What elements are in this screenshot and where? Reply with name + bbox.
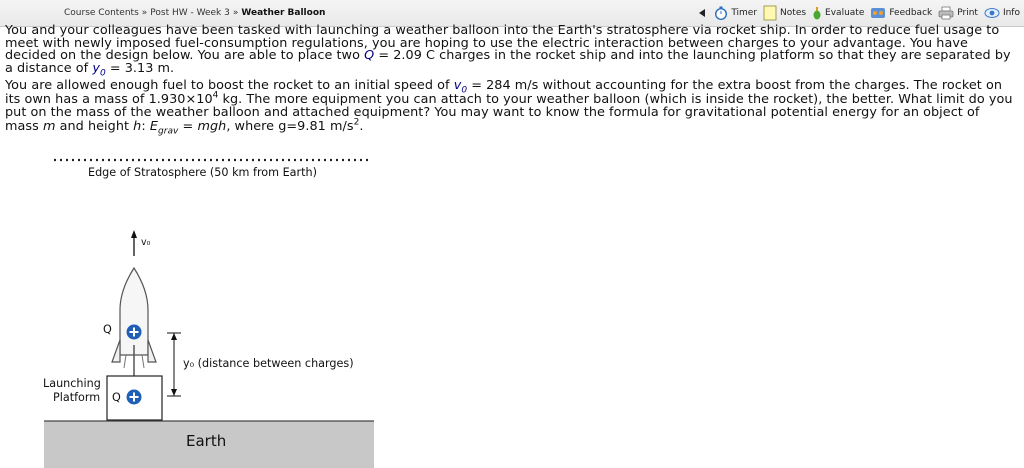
breadcrumb-course-contents[interactable]: Course Contents [64,8,139,18]
evaluate-button[interactable]: Evaluate [812,6,864,20]
feedback-icon [871,8,886,18]
timer-button[interactable]: Timer [714,6,757,20]
problem-paragraph-2: You are allowed enough fuel to boost the… [5,78,1013,137]
notes-button[interactable]: Notes [763,5,806,21]
platform-label-line2: Platform [53,391,101,404]
notepad-icon [763,5,777,21]
charge-bottom [126,389,142,405]
charge-top [126,324,142,340]
rocket [111,266,157,376]
diagram-graphics [44,158,374,468]
y0-dimension [167,332,181,397]
triangle-left-icon [699,9,706,17]
problem-statement: You and your colleagues have been tasked… [5,23,1017,137]
problem-paragraph-1: You and your colleagues have been tasked… [5,23,1011,79]
info-eye-icon [984,8,1000,18]
y0-label: y₀ (distance between charges) [183,357,354,370]
timer-collapse-arrow[interactable] [699,9,708,17]
stopwatch-icon [715,6,728,20]
stratosphere-label: Edge of Stratosphere (50 km from Earth) [88,166,317,179]
charge-bottom-label: Q [112,391,121,404]
breadcrumb-post-hw[interactable]: Post HW - Week 3 [150,8,230,18]
printer-icon [938,6,954,20]
charge-top-label: Q [103,323,112,336]
info-button[interactable]: Info [984,6,1020,20]
toolbar: Timer Notes Evaluate Feedback Print Info [693,5,1020,21]
platform-label-line1: Launching [43,377,101,390]
print-button[interactable]: Print [938,6,978,20]
evaluate-icon [813,7,821,20]
rocket-diagram: Edge of Stratosphere (50 km from Earth) … [0,140,420,468]
velocity-arrow [131,230,137,256]
breadcrumb-current: Weather Balloon [241,8,326,18]
v0-label: v₀ [141,237,151,248]
breadcrumb: Course Contents» Post HW - Week 3» Weather… [64,8,326,18]
feedback-button[interactable]: Feedback [870,6,932,20]
earth-label: Earth [186,432,227,450]
